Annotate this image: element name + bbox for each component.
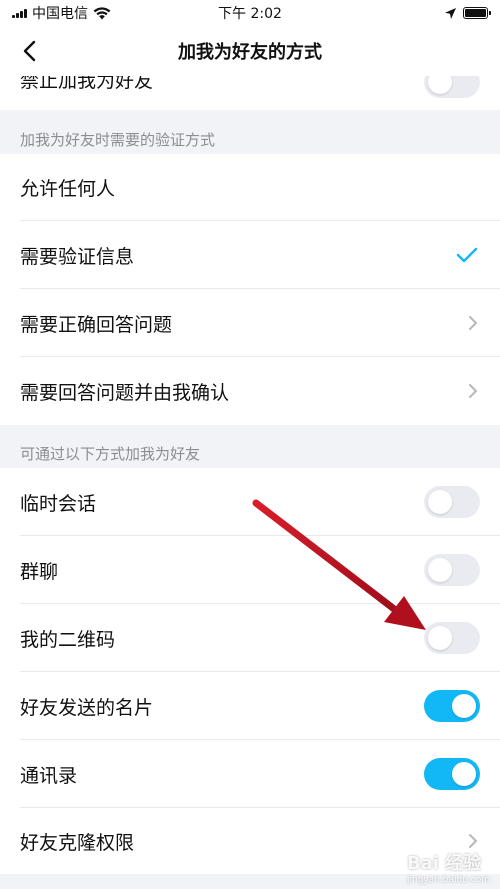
contact-card-toggle[interactable]	[424, 690, 480, 722]
option-label: 需要回答问题并由我确认	[20, 381, 230, 404]
watermark-sub: jingyan.baidu.com	[406, 875, 490, 885]
qr-code-toggle[interactable]	[424, 622, 480, 654]
page-title: 加我为好友的方式	[178, 42, 322, 63]
option-label: 需要正确回答问题	[20, 313, 173, 336]
carrier-name: 中国电信	[32, 6, 88, 22]
method-label: 通讯录	[20, 764, 78, 787]
chevron-left-icon	[23, 40, 36, 62]
watermark-text: Bai 经验	[406, 853, 482, 874]
watermark-logo: Bai 经验 jingyan.baidu.com	[407, 849, 490, 885]
method-group-chat[interactable]: 群聊	[0, 536, 500, 604]
temp-chat-toggle[interactable]	[424, 486, 480, 518]
option-allow-anyone[interactable]: 允许任何人	[0, 154, 500, 221]
method-label: 群聊	[20, 560, 59, 583]
group-chat-toggle[interactable]	[424, 554, 480, 586]
block-friend-request-toggle[interactable]	[424, 76, 480, 98]
address-book-toggle[interactable]	[424, 758, 480, 790]
option-label: 需要验证信息	[20, 245, 135, 268]
option-require-verification[interactable]: 需要验证信息	[0, 221, 500, 289]
battery-icon	[463, 7, 491, 19]
back-button[interactable]	[14, 36, 44, 66]
signal-icon	[12, 8, 27, 18]
method-label: 我的二维码	[20, 628, 116, 651]
status-left: 中国电信	[12, 3, 182, 23]
method-address-book[interactable]: 通讯录	[0, 740, 500, 808]
chevron-right-icon	[466, 381, 480, 401]
wifi-icon	[93, 6, 111, 19]
chevron-right-icon	[466, 831, 480, 851]
option-answer-and-confirm[interactable]: 需要回答问题并由我确认	[0, 357, 500, 425]
method-qr-code[interactable]: 我的二维码	[0, 604, 500, 672]
option-label: 允许任何人	[20, 178, 116, 200]
option-answer-question[interactable]: 需要正确回答问题	[0, 289, 500, 357]
nav-bar: 加我为好友的方式	[0, 26, 500, 76]
check-icon	[454, 245, 480, 265]
block-friend-request-label: 禁止加我为好友	[20, 76, 154, 92]
chevron-right-icon	[466, 313, 480, 333]
method-label: 好友发送的名片	[20, 696, 154, 719]
status-right	[318, 7, 491, 20]
status-bar: 中国电信 下午 2:02	[0, 0, 500, 26]
block-friend-request-row[interactable]: 禁止加我为好友	[0, 76, 500, 110]
method-contact-card[interactable]: 好友发送的名片	[0, 672, 500, 740]
location-arrow-icon	[445, 7, 456, 19]
method-temp-chat[interactable]: 临时会话	[0, 468, 500, 536]
method-label: 临时会话	[20, 492, 97, 515]
status-time: 下午 2:02	[218, 6, 282, 22]
method-label: 好友克隆权限	[20, 831, 135, 854]
